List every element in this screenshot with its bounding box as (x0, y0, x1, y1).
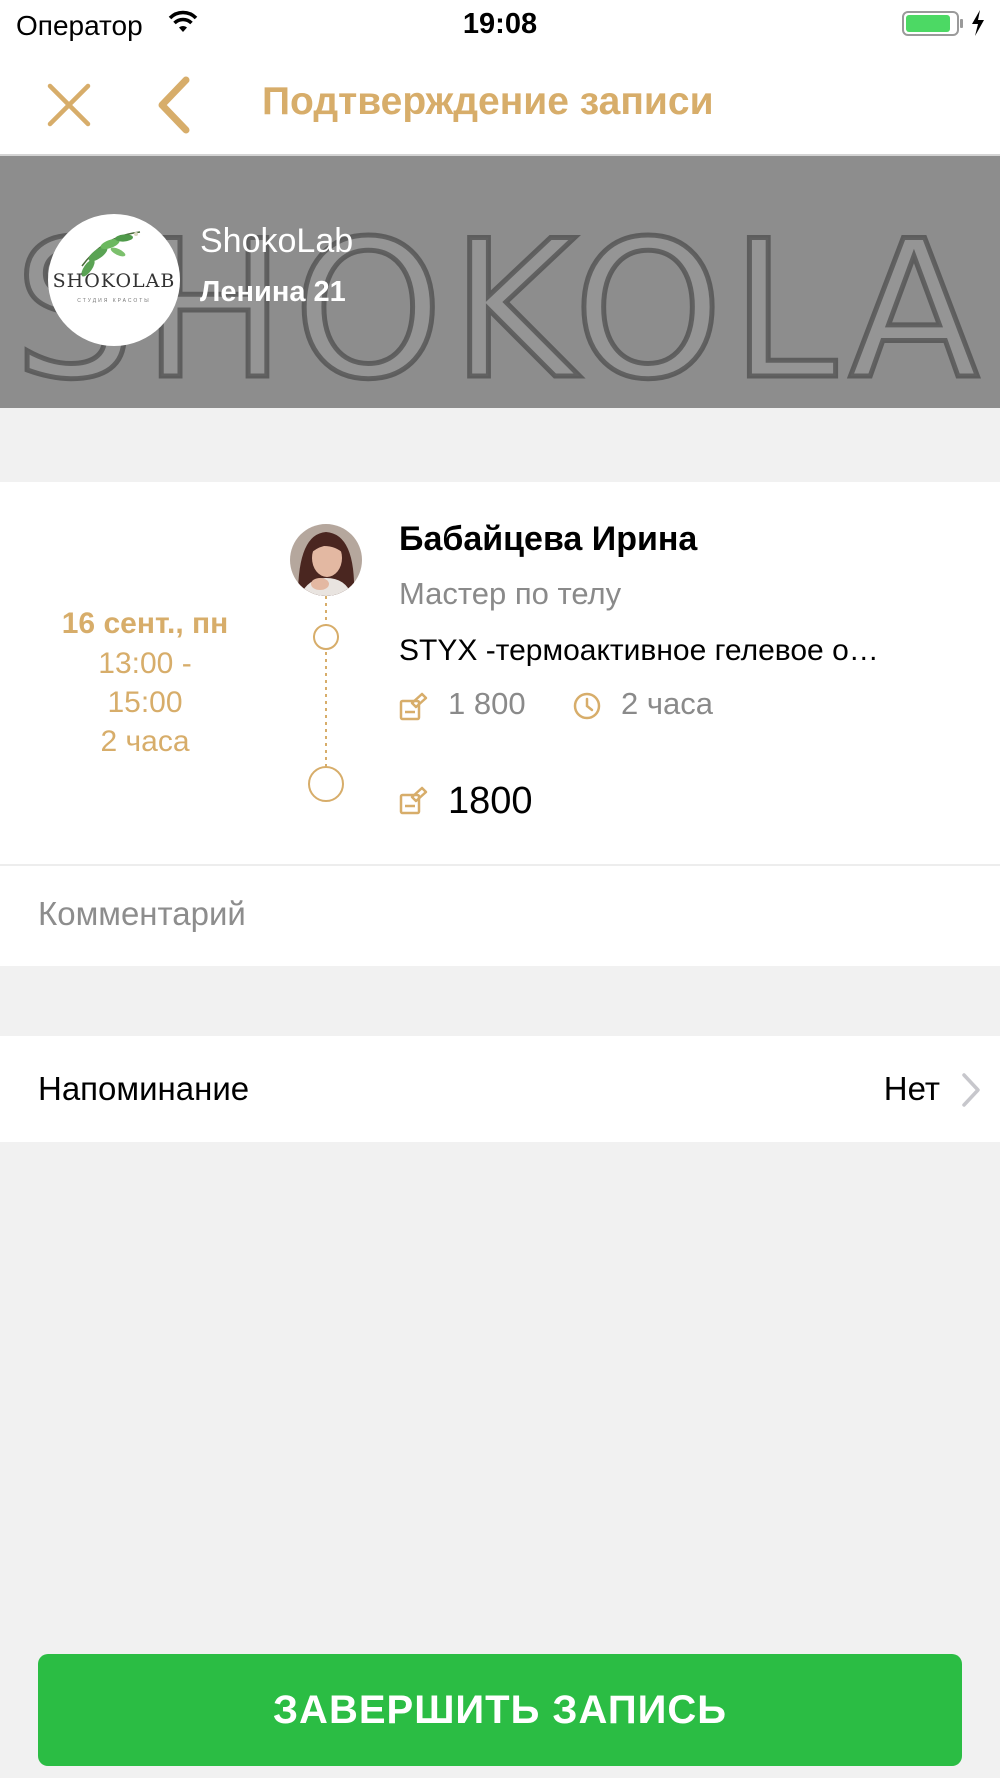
master-photo (290, 524, 362, 596)
appointment-time-end: 15:00 (107, 686, 183, 719)
status-time: 19:08 (462, 8, 538, 40)
clock-icon (572, 691, 602, 726)
timeline-end-node (308, 766, 344, 802)
service-price: 1 800 (448, 686, 526, 721)
salon-name: ShokoLab (200, 222, 354, 260)
battery-icon (902, 10, 964, 43)
chevron-right-icon (960, 1072, 982, 1113)
navigation-bar: Подтверждение записи (0, 52, 1000, 156)
appointment-duration: 2 часа (100, 725, 190, 758)
finish-booking-button[interactable]: ЗАВЕРШИТЬ ЗАПИСЬ (38, 1654, 962, 1766)
appointment-card: 16 сент., пн 13:00 - 15:00 2 часа Бабайц… (0, 482, 1000, 864)
master-name: Бабайцева Ирина (399, 520, 698, 558)
appointment-date: 16 сент., пн (61, 607, 229, 640)
reminder-label: Напоминание (38, 1070, 250, 1107)
avatar[interactable] (290, 524, 362, 596)
chevron-left-icon (158, 76, 190, 134)
salon-address: Ленина 21 (200, 276, 346, 308)
close-icon (47, 83, 91, 127)
comment-row (0, 864, 1000, 966)
price-tag-icon (398, 692, 428, 727)
timeline-service-node (313, 624, 339, 650)
master-role: Мастер по телу (399, 576, 622, 611)
salon-banner: SHOKOLAB SHOKOLAB СТУДИЯ КРАСОТЫ ShokoLa… (0, 156, 1000, 408)
page-title: Подтверждение записи (262, 80, 714, 123)
reminder-value: Нет (883, 1070, 940, 1107)
salon-logo: SHOKOLAB СТУДИЯ КРАСОТЫ (48, 214, 180, 346)
service-duration: 2 часа (621, 686, 713, 721)
salon-logo-text: SHOKOLAB (52, 270, 176, 292)
salon-logo-subtitle: СТУДИЯ КРАСОТЫ (77, 298, 151, 304)
reminder-row[interactable]: Напоминание Нет (0, 1036, 1000, 1142)
total-price: 1800 (448, 780, 533, 822)
price-tag-icon (398, 786, 428, 821)
booking-confirmation-screen: Оператор 19:08 Подтверждение записи SHOK… (0, 0, 1000, 1778)
back-button[interactable] (154, 74, 198, 136)
service-name: STYX -термоактивное гелевое о… (399, 634, 879, 667)
status-bar: Оператор 19:08 (0, 0, 1000, 52)
comment-input[interactable] (38, 884, 958, 944)
charging-icon (970, 9, 986, 42)
appointment-time-start: 13:00 - (98, 647, 192, 680)
appointment-datetime: 16 сент., пн 13:00 - 15:00 2 часа (30, 604, 260, 761)
close-button[interactable] (42, 78, 96, 132)
